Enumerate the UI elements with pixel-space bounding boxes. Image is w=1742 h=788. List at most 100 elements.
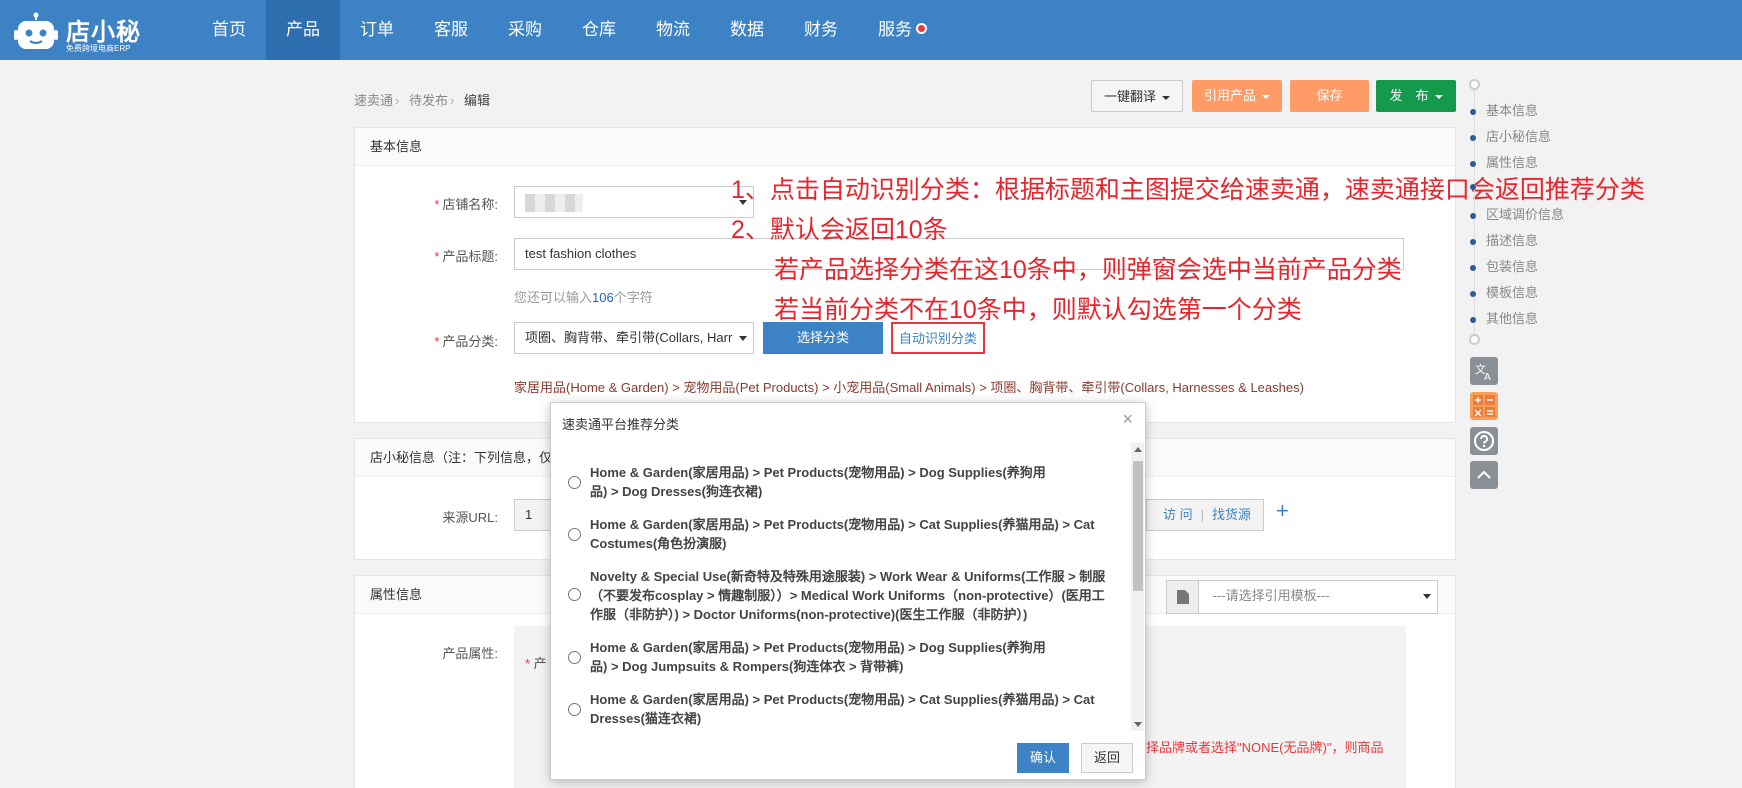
nav-data[interactable]: 数据	[710, 0, 784, 60]
rail-item-hidden[interactable]	[1470, 178, 1486, 193]
nav-service[interactable]: 客服	[414, 0, 488, 60]
category-path: 家居用品(Home & Garden) > 宠物用品(Pet Products)…	[514, 380, 1304, 395]
radio-button[interactable]	[568, 703, 581, 716]
scrollbar-thumb[interactable]	[1133, 461, 1143, 591]
logo[interactable]: 店小秘 免费跨境电商ERP	[12, 8, 142, 54]
annotation-text: 若当前分类不在10条中，则默认勾选第一个分类	[774, 296, 1302, 324]
find-source-link[interactable]: 找货源	[1212, 507, 1251, 522]
rail-item-attr[interactable]: 属性信息	[1470, 152, 1538, 171]
main-nav: 首页 产品 订单 客服 采购 仓库 物流 数据 财务 服务	[192, 0, 932, 60]
shop-name-label-text: 店铺名称:	[442, 197, 498, 212]
nav-home[interactable]: 首页	[192, 0, 266, 60]
rail-item-template[interactable]: 模板信息	[1470, 282, 1538, 301]
category-options-list: Home & Garden(家居用品) > Pet Products(宠物用品)…	[551, 443, 1131, 733]
annotation-text: 2、默认会返回10条	[731, 216, 948, 244]
breadcrumb-item[interactable]: 速卖通	[354, 93, 393, 108]
template-placeholder: ---请选择引用模板---	[1212, 588, 1330, 603]
rail-item-label: 区域调价信息	[1486, 207, 1565, 222]
caret-down-icon	[1162, 95, 1170, 100]
document-icon	[1167, 581, 1199, 613]
radio-button[interactable]	[568, 528, 581, 541]
cite-product-button[interactable]: 引用产品	[1192, 80, 1282, 112]
required-mark: *	[434, 197, 440, 212]
caret-down-icon	[1434, 94, 1443, 99]
category-option-text: Home & Garden(家居用品) > Pet Products(宠物用品)…	[590, 517, 1095, 551]
back-to-top-icon[interactable]	[1470, 461, 1498, 489]
rail-item-other[interactable]: 其他信息	[1470, 308, 1538, 327]
category-select[interactable]: 项圈、胸背带、牵引带(Collars, Harr	[514, 322, 754, 354]
template-select[interactable]: ---请选择引用模板---	[1166, 580, 1438, 614]
product-title-label-text: 产品标题:	[442, 249, 498, 264]
auto-detect-category-link[interactable]: 自动识别分类	[891, 322, 985, 354]
rail-item-label: 店小秘信息	[1486, 129, 1552, 144]
back-button[interactable]: 返回	[1081, 743, 1133, 773]
category-label: * 产品分类:	[388, 331, 498, 350]
calculator-icon[interactable]	[1470, 392, 1498, 420]
scrollbar[interactable]	[1131, 443, 1144, 731]
nav-finance[interactable]: 财务	[784, 0, 858, 60]
attr-partial-text: 产	[533, 656, 547, 671]
recommended-category-modal: 速卖通平台推荐分类 × Home & Garden(家居用品) > Pet Pr…	[550, 402, 1146, 780]
divider: |	[1200, 507, 1205, 522]
radio-button[interactable]	[568, 476, 581, 489]
required-mark: *	[525, 656, 534, 671]
radio-button[interactable]	[568, 588, 581, 601]
rail-item-label: 描述信息	[1486, 233, 1539, 248]
cite-button-label: 引用产品	[1203, 88, 1256, 103]
brand-subtitle: 免费跨境电商ERP	[66, 44, 131, 53]
translate-tool-icon[interactable]: 文A	[1470, 357, 1498, 385]
rail-item-label: 包装信息	[1486, 259, 1539, 274]
rail-item-label: 其他信息	[1486, 311, 1539, 326]
brand-name: 店小秘	[66, 19, 141, 46]
title-char-hint: 您还可以输入106个字符	[514, 287, 653, 306]
robot-logo-icon	[14, 12, 58, 49]
rail-item-region-price[interactable]: 区域调价信息	[1470, 204, 1564, 223]
category-label-text: 产品分类:	[442, 334, 498, 349]
scroll-down-icon[interactable]	[1134, 722, 1142, 727]
rail-dot	[1470, 183, 1476, 190]
annotation-text: 若产品选择分类在这10条中，则弹窗会选中当前产品分类	[774, 256, 1402, 284]
rail-item-label: 基本信息	[1486, 103, 1539, 118]
rail-item-package[interactable]: 包装信息	[1470, 256, 1538, 275]
close-icon[interactable]: ×	[1122, 409, 1133, 430]
url-actions: 访 问 | 找货源	[1146, 499, 1264, 531]
masked-shop-name	[525, 193, 583, 212]
publish-button[interactable]: 发 布	[1376, 80, 1456, 112]
radio-button[interactable]	[568, 651, 581, 664]
nav-order[interactable]: 订单	[340, 0, 414, 60]
breadcrumb-current: 编辑	[463, 93, 490, 108]
shop-select[interactable]	[514, 186, 754, 218]
add-url-button[interactable]: +	[1276, 498, 1289, 524]
product-title-label: * 产品标题:	[388, 246, 498, 265]
nav-purchase[interactable]: 采购	[488, 0, 562, 60]
notification-dot	[916, 23, 927, 34]
chevron-down-icon	[739, 336, 747, 341]
category-option-text: Home & Garden(家居用品) > Pet Products(宠物用品)…	[590, 640, 1046, 674]
rail-dot	[1470, 238, 1476, 245]
visit-link[interactable]: 访 问	[1163, 507, 1193, 522]
required-mark: *	[434, 249, 440, 264]
attr-partial-label: * 产	[525, 653, 547, 672]
save-button[interactable]: 保存	[1290, 80, 1369, 112]
confirm-button[interactable]: 确认	[1017, 743, 1069, 773]
rail-dot	[1470, 160, 1476, 167]
product-attr-label: 产品属性:	[442, 646, 498, 661]
source-url-input[interactable]: 1	[514, 499, 554, 531]
scroll-up-icon[interactable]	[1134, 447, 1142, 452]
rail-item-label: 属性信息	[1486, 155, 1539, 170]
rail-item-dxm[interactable]: 店小秘信息	[1470, 126, 1551, 145]
brand-warning: 择品牌或者选择"NONE(无品牌)"，则商品	[1146, 740, 1384, 755]
source-url-label: 来源URL:	[442, 510, 498, 525]
nav-product[interactable]: 产品	[266, 0, 340, 60]
remaining-count: 106	[592, 290, 614, 305]
breadcrumb-separator: ›	[450, 93, 455, 108]
rail-item-desc[interactable]: 描述信息	[1470, 230, 1538, 249]
nav-warehouse[interactable]: 仓库	[562, 0, 636, 60]
help-icon[interactable]	[1470, 427, 1498, 455]
breadcrumb-item[interactable]: 待发布	[409, 93, 448, 108]
rail-item-basic[interactable]: 基本信息	[1470, 100, 1538, 119]
select-category-button[interactable]: 选择分类	[763, 322, 883, 354]
nav-logistics[interactable]: 物流	[636, 0, 710, 60]
breadcrumb-separator: ›	[395, 93, 400, 108]
translate-button[interactable]: 一键翻译	[1091, 80, 1183, 112]
